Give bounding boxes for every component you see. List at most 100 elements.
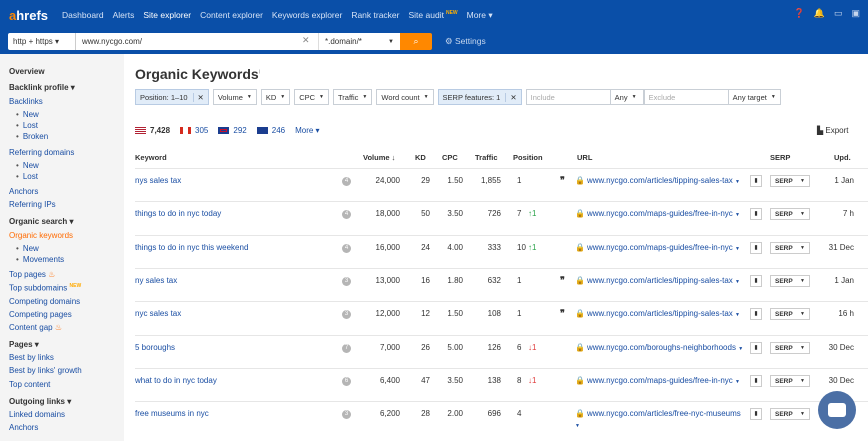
url-text[interactable]: www.nycgo.com/boroughs-neighborhoods <box>587 343 736 352</box>
ahrefs-logo[interactable]: ahrefs <box>9 8 48 23</box>
chat-button[interactable] <box>818 391 856 429</box>
url-link[interactable]: 🔒 www.nycgo.com/boroughs-neighborhoods ▼ <box>575 342 745 355</box>
nav-keywords-explorer[interactable]: Keywords explorer <box>272 10 342 20</box>
col-updated[interactable]: Upd. <box>834 153 851 162</box>
keyword-link[interactable]: ny sales tax <box>135 276 177 285</box>
url-link[interactable]: 🔒 www.nycgo.com/articles/free-nyc-museums… <box>575 408 745 432</box>
sidebar-ok-movements[interactable]: Movements <box>16 255 64 264</box>
close-icon[interactable]: ✕ <box>192 92 204 102</box>
settings-link[interactable]: ⚙ Settings <box>445 36 486 47</box>
chevron-down-icon[interactable]: ▼ <box>735 246 740 252</box>
chart-icon[interactable]: ▮ <box>750 242 762 254</box>
sidebar-top-subdomains[interactable]: Top subdomains NEW <box>9 283 81 293</box>
sidebar-backlink-profile[interactable]: Backlink profile ▾ <box>9 83 75 92</box>
sidebar-rd-new[interactable]: New <box>16 161 39 170</box>
kd-info-icon[interactable]: 3 <box>342 277 351 286</box>
country-ca[interactable]: 305 <box>180 126 208 135</box>
sidebar-backlinks-broken[interactable]: Broken <box>16 132 48 141</box>
sidebar-outgoing-links[interactable]: Outgoing links ▾ <box>9 397 71 406</box>
include-match-select[interactable]: Any ▼ <box>609 89 644 105</box>
traffic-filter[interactable]: Traffic ▼ <box>333 89 373 105</box>
chart-icon[interactable]: ▮ <box>750 342 762 354</box>
url-link[interactable]: 🔒 www.nycgo.com/maps-guides/free-in-nyc ▼ <box>575 208 745 221</box>
position-filter[interactable]: Position: 1–10 ✕ <box>135 89 209 105</box>
close-icon[interactable]: ✕ <box>505 92 517 102</box>
chart-icon[interactable]: ▮ <box>750 375 762 387</box>
bell-icon[interactable]: 🔔 <box>814 8 825 19</box>
sidebar-ok-new[interactable]: New <box>16 244 39 253</box>
sidebar-overview[interactable]: Overview <box>9 67 45 76</box>
chevron-down-icon[interactable]: ▼ <box>735 279 740 285</box>
url-link[interactable]: 🔒 www.nycgo.com/maps-guides/free-in-nyc ▼ <box>575 375 745 388</box>
chart-icon[interactable]: ▮ <box>750 175 762 187</box>
kd-info-icon[interactable]: 6 <box>342 377 351 386</box>
chevron-down-icon[interactable]: ▼ <box>735 379 740 385</box>
sidebar-anchors-outgoing[interactable]: Anchors <box>9 423 38 432</box>
keyword-link[interactable]: free museums in nyc <box>135 409 209 418</box>
keyword-link[interactable]: nyc sales tax <box>135 309 181 318</box>
protocol-select[interactable]: http + https ▾ <box>8 33 76 50</box>
kd-info-icon[interactable]: 7 <box>342 344 351 353</box>
keyword-link[interactable]: what to do in nyc today <box>135 376 217 385</box>
col-traffic[interactable]: Traffic <box>475 153 498 162</box>
url-text[interactable]: www.nycgo.com/articles/tipping-sales-tax <box>587 176 733 185</box>
sidebar-rd-lost[interactable]: Lost <box>16 172 38 181</box>
exclude-input[interactable]: Exclude <box>643 89 728 105</box>
volume-filter[interactable]: Volume ▼ <box>212 89 257 105</box>
sidebar-anchors[interactable]: Anchors <box>9 187 38 196</box>
sidebar-pages[interactable]: Pages ▾ <box>9 340 39 349</box>
serp-button[interactable]: SERP ▼ <box>770 208 810 220</box>
country-au[interactable]: 246 <box>256 126 285 135</box>
keyword-link[interactable]: 5 boroughs <box>135 343 175 352</box>
search-button[interactable]: ⌕ <box>400 33 432 50</box>
url-link[interactable]: 🔒 www.nycgo.com/maps-guides/free-in-nyc ▼ <box>575 242 745 255</box>
sidebar-referring-ips[interactable]: Referring IPs <box>9 200 56 209</box>
mode-select[interactable]: *.domain/* ▼ <box>318 33 400 50</box>
sidebar-referring-domains[interactable]: Referring domains <box>9 148 74 157</box>
chart-icon[interactable]: ▮ <box>750 408 762 420</box>
url-text[interactable]: www.nycgo.com/articles/tipping-sales-tax <box>587 309 733 318</box>
target-select[interactable]: Any target ▼ <box>727 89 781 105</box>
serp-button[interactable]: SERP ▼ <box>770 242 810 254</box>
serp-button[interactable]: SERP ▼ <box>770 275 810 287</box>
url-link[interactable]: 🔒 www.nycgo.com/articles/tipping-sales-ta… <box>575 275 745 288</box>
keyword-link[interactable]: nys sales tax <box>135 176 181 185</box>
word-count-filter[interactable]: Word count ▼ <box>376 89 434 105</box>
sidebar-top-content[interactable]: Top content <box>9 380 50 389</box>
chevron-down-icon[interactable]: ▼ <box>735 312 740 318</box>
nav-more[interactable]: More ▾ <box>467 10 493 21</box>
serp-features-filter[interactable]: SERP features: 1 ✕ <box>437 89 522 105</box>
url-text[interactable]: www.nycgo.com/maps-guides/free-in-nyc <box>587 243 733 252</box>
sidebar-linked-domains[interactable]: Linked domains <box>9 410 65 419</box>
monitor-icon[interactable]: ▭ <box>834 8 843 19</box>
sidebar-organic-search[interactable]: Organic search ▾ <box>9 217 74 226</box>
sidebar-top-pages[interactable]: Top pages ♨ <box>9 270 55 279</box>
sidebar-backlinks-new[interactable]: New <box>16 110 39 119</box>
url-text[interactable]: www.nycgo.com/articles/tipping-sales-tax <box>587 276 733 285</box>
serp-button[interactable]: SERP ▼ <box>770 175 810 187</box>
kd-info-icon[interactable]: 4 <box>342 244 351 253</box>
chevron-down-icon[interactable]: ▼ <box>735 212 740 218</box>
more-countries-button[interactable]: More ▾ <box>295 126 319 135</box>
url-link[interactable]: 🔒 www.nycgo.com/articles/tipping-sales-ta… <box>575 175 745 188</box>
help-icon[interactable]: ❓ <box>794 8 805 19</box>
url-text[interactable]: www.nycgo.com/articles/free-nyc-museums <box>587 409 741 418</box>
col-position[interactable]: Position <box>513 153 543 162</box>
account-icon[interactable]: ▣ <box>851 8 860 19</box>
kd-info-icon[interactable]: 3 <box>342 310 351 319</box>
sidebar-best-by-links-growth[interactable]: Best by links' growth <box>9 366 82 375</box>
chevron-down-icon[interactable]: ▼ <box>735 179 740 185</box>
sidebar-backlinks[interactable]: Backlinks <box>9 97 43 106</box>
kd-info-icon[interactable]: 4 <box>342 210 351 219</box>
col-kd[interactable]: KD <box>415 153 426 162</box>
sidebar-competing-pages[interactable]: Competing pages <box>9 310 72 319</box>
col-url[interactable]: URL <box>577 153 592 162</box>
sidebar-best-by-links[interactable]: Best by links <box>9 353 54 362</box>
serp-button[interactable]: SERP ▼ <box>770 408 810 420</box>
chart-icon[interactable]: ▮ <box>750 208 762 220</box>
kd-info-icon[interactable]: 3 <box>342 410 351 419</box>
include-input[interactable]: Include <box>525 89 610 105</box>
col-keyword[interactable]: Keyword <box>135 153 167 162</box>
serp-button[interactable]: SERP ▼ <box>770 308 810 320</box>
nav-site-explorer[interactable]: Site explorer <box>143 10 191 20</box>
